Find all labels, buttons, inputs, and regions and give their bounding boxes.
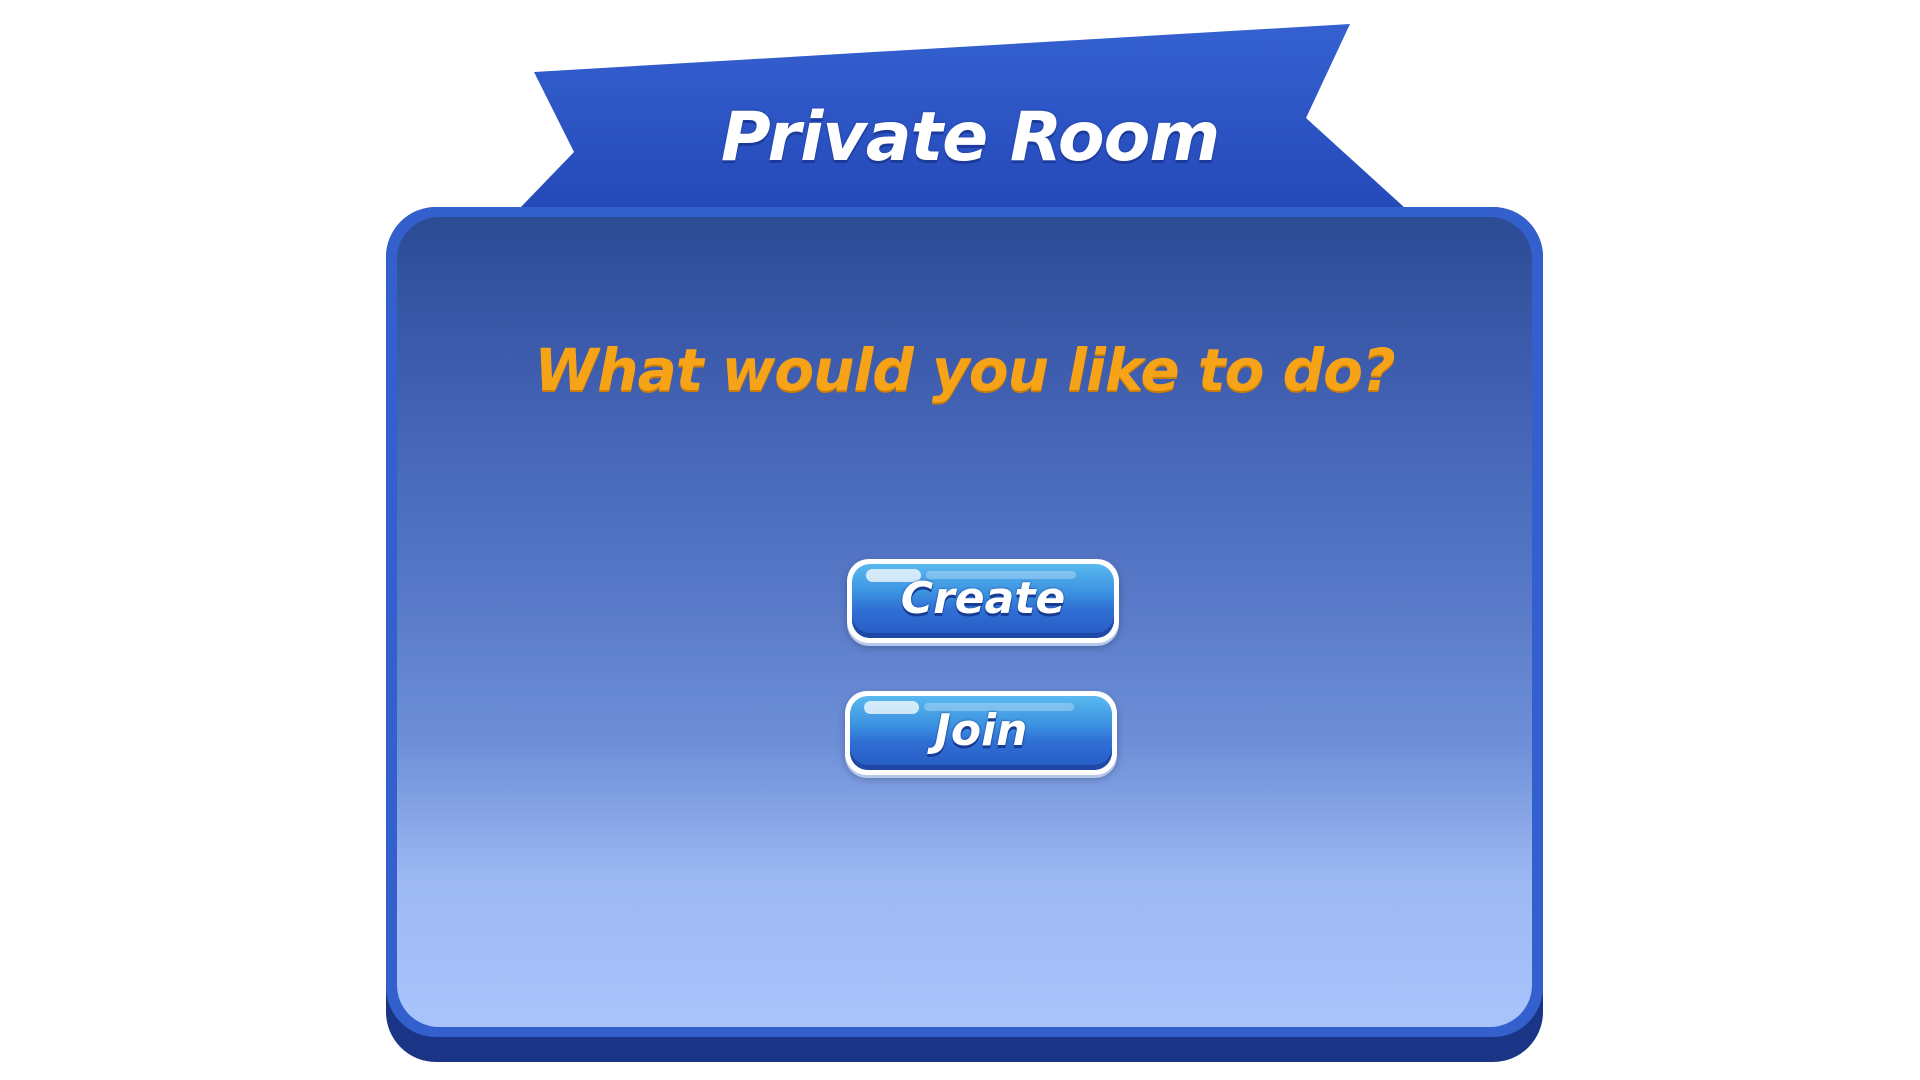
banner-title: Private Room <box>720 98 1220 177</box>
join-button[interactable]: Join <box>845 691 1117 775</box>
join-button-label: Join <box>934 705 1028 756</box>
game-screen: Private Room What would you like to do? … <box>0 0 1920 1080</box>
create-button-label: Create <box>900 573 1066 624</box>
prompt-question: What would you like to do? <box>534 336 1395 404</box>
create-button[interactable]: Create <box>847 559 1119 643</box>
